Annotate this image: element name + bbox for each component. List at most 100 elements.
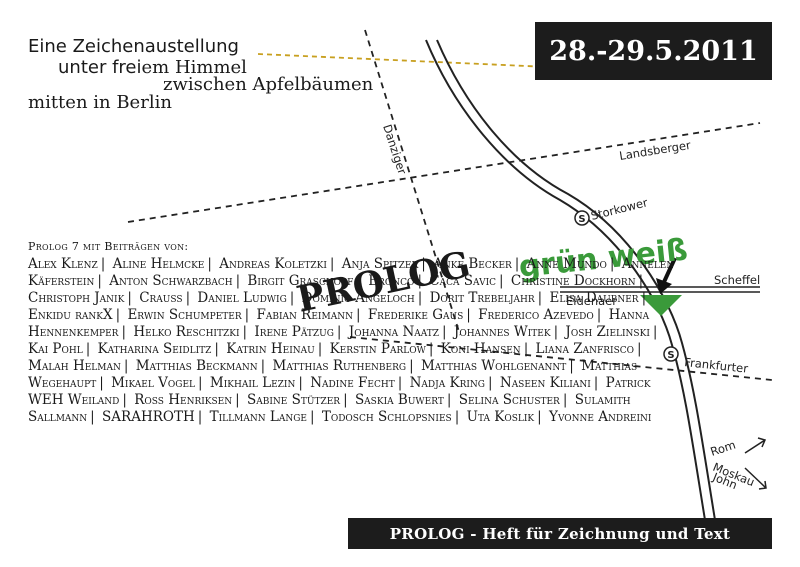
- contributor-name: Mikhail Lezin: [209, 375, 296, 391]
- contributor-name: Birgit Graschopf: [247, 273, 354, 289]
- separator: |: [207, 256, 212, 272]
- separator: |: [336, 324, 342, 340]
- separator: |: [235, 273, 241, 289]
- contributor-name: Crauss: [139, 290, 183, 306]
- separator: |: [553, 324, 559, 340]
- contributor-name: Ross Henriksen: [134, 392, 233, 408]
- contributors-list: Alex Klenz | Aline Helmcke | Andreas Kolet…: [28, 256, 683, 426]
- contributor-name: Mikael Vogel: [111, 375, 196, 391]
- contributor-name: Christoph Janik: [28, 290, 125, 306]
- separator: |: [122, 392, 127, 408]
- contributor-name: Frederico Azevedo: [478, 307, 594, 323]
- contributor-name: Liana Zanfrisco: [535, 341, 634, 357]
- separator: |: [85, 341, 91, 357]
- contributor-name: Sabine Stützer: [246, 392, 341, 408]
- separator: |: [260, 358, 266, 374]
- contributor-name: Fabian Reimann: [256, 307, 353, 323]
- separator: |: [488, 375, 493, 391]
- contributor-name: Aline Helmcke: [112, 256, 205, 272]
- contributor-name: Saskia Buwert: [354, 392, 444, 408]
- contributor-name: Katrin Heinau: [226, 341, 315, 357]
- landsberger-label: Landsberger: [618, 138, 692, 163]
- footer-banner: PROLOG - Heft für Zeichnung und Text: [348, 518, 772, 549]
- contributor-name: Irene Pätzug: [254, 324, 334, 340]
- contributor-name: Anja Spitzer: [341, 256, 419, 272]
- separator: |: [637, 341, 642, 357]
- separator: |: [115, 307, 121, 323]
- rom-label: Rom: [709, 438, 738, 459]
- separator: |: [242, 324, 248, 340]
- separator: |: [289, 290, 295, 306]
- contributor-name: Selina Schuster: [458, 392, 560, 408]
- contributor-name: Matthias Ruthenberg: [272, 358, 407, 374]
- separator: |: [355, 307, 361, 323]
- contributor-name: Kerstin Parlow: [329, 341, 426, 357]
- contributor-name: Elisa Daubner: [549, 290, 639, 306]
- contributor-name: Kai Pohl: [28, 341, 83, 357]
- separator: |: [309, 409, 315, 425]
- separator: |: [298, 375, 303, 391]
- separator: |: [97, 273, 102, 289]
- separator: |: [329, 256, 335, 272]
- separator: |: [609, 256, 615, 272]
- contributor-name: Naseen Kiliani: [499, 375, 591, 391]
- separator: |: [641, 290, 647, 306]
- contributor-name: Yvonne Andreini: [549, 409, 652, 425]
- contributor-name: Nadine Fecht: [310, 375, 395, 391]
- separator: |: [356, 273, 361, 289]
- contributor-name: Helko Reschitzki: [133, 324, 240, 340]
- separator: |: [537, 290, 543, 306]
- date-text: 28.-29.5.2011: [549, 35, 758, 67]
- header-line-1: Eine Zeichenaustellung: [28, 36, 239, 57]
- header-line-3: zwischen Apfelbäumen: [163, 74, 374, 95]
- separator: |: [121, 324, 127, 340]
- scheffel-label: Scheffel: [714, 273, 760, 287]
- separator: |: [90, 409, 95, 425]
- separator: |: [417, 273, 422, 289]
- separator: |: [442, 324, 447, 340]
- contributor-name: Andreas Koletzki: [219, 256, 327, 272]
- date-badge: 28.-29.5.2011: [535, 22, 772, 80]
- separator: |: [569, 358, 574, 374]
- separator: |: [100, 256, 106, 272]
- separator: |: [214, 341, 219, 357]
- separator: |: [235, 392, 240, 408]
- contributor-name: Malah Helman: [28, 358, 121, 374]
- separator: |: [596, 307, 602, 323]
- contributor-name: Uta Koslik: [466, 409, 535, 425]
- separator: |: [409, 358, 414, 374]
- contributor-name: Erwin Schumpeter: [127, 307, 242, 323]
- contributor-name: Johannes Witek: [453, 324, 551, 340]
- separator: |: [454, 409, 460, 425]
- contributor-name: Tillmann Lange: [209, 409, 307, 425]
- contributor-name: Anne Mundo: [526, 256, 607, 272]
- separator: |: [317, 341, 323, 357]
- separator: |: [185, 290, 191, 306]
- separator: |: [593, 375, 599, 391]
- landsberger-street-line: [127, 122, 761, 223]
- contributor-name: Daniel Ludwig: [197, 290, 287, 306]
- storkower-label: Storkower: [589, 195, 649, 223]
- contributor-name: Dominic Angeloch: [301, 290, 415, 306]
- contributor-name: Nadja Kring: [409, 375, 486, 391]
- separator: |: [428, 341, 434, 357]
- separator: |: [197, 409, 203, 425]
- s-bahn-label: S: [578, 214, 585, 225]
- separator: |: [537, 409, 542, 425]
- header-line-4: mitten in Berlin: [28, 92, 172, 113]
- separator: |: [499, 273, 504, 289]
- contributor-name: Matthias Beckmann: [135, 358, 258, 374]
- separator: |: [244, 307, 250, 323]
- separator: |: [466, 307, 471, 323]
- danziger-label: Danziger: [380, 123, 409, 177]
- separator: |: [343, 392, 348, 408]
- separator: |: [99, 375, 104, 391]
- footer-text: PROLOG - Heft für Zeichnung und Text: [389, 524, 731, 543]
- contributor-name: Christine Dockhorn: [510, 273, 636, 289]
- separator: |: [638, 273, 644, 289]
- separator: |: [198, 375, 203, 391]
- contributor-name: Anton Schwarzbach: [109, 273, 233, 289]
- separator: |: [127, 290, 132, 306]
- separator: |: [523, 341, 529, 357]
- separator: |: [397, 375, 403, 391]
